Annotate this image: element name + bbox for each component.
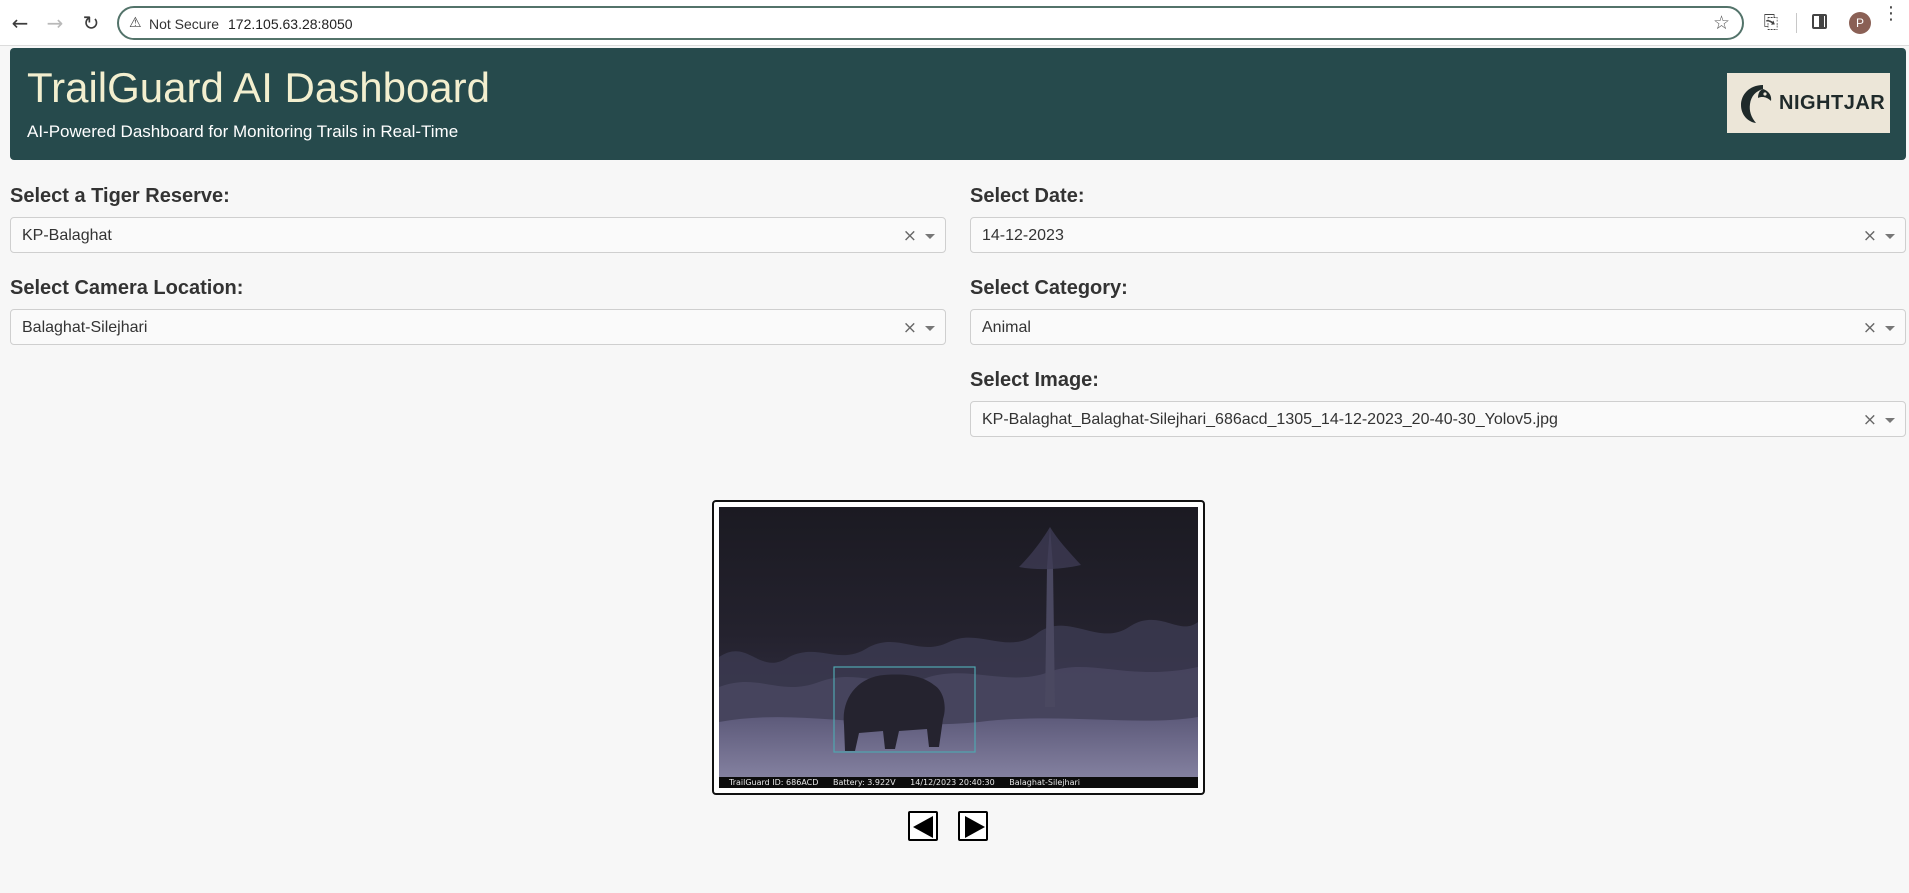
url-text[interactable]: 172.105.63.28:8050 xyxy=(228,16,353,32)
image-caption: TrailGuard ID: 686ACD Battery: 3.922V 14… xyxy=(719,777,1198,788)
camera-trap-image: TrailGuard ID: 686ACD Battery: 3.922V 14… xyxy=(719,507,1198,788)
date-value: 14-12-2023 xyxy=(982,227,1064,244)
category-value: Animal xyxy=(982,319,1031,336)
security-label[interactable]: Not Secure xyxy=(149,16,219,32)
clear-x-icon[interactable]: × xyxy=(1863,226,1877,246)
image-value: KP-Balaghat_Balaghat-Silejhari_686acd_13… xyxy=(982,411,1558,428)
address-bar[interactable]: ⚠ Not Secure 172.105.63.28:8050 ☆ xyxy=(117,6,1744,40)
clear-x-icon[interactable]: × xyxy=(903,318,917,338)
page-title: TrailGuard AI Dashboard xyxy=(27,64,491,111)
date-label: Select Date: xyxy=(970,185,1085,207)
chevron-down-icon[interactable] xyxy=(1885,418,1895,423)
warning-icon[interactable]: ⚠ xyxy=(129,15,142,31)
page-subtitle: AI-Powered Dashboard for Monitoring Trai… xyxy=(27,122,459,141)
profile-avatar[interactable]: P xyxy=(1849,12,1871,34)
chevron-down-icon[interactable] xyxy=(1885,234,1895,239)
camera-label: Select Camera Location: xyxy=(10,277,244,299)
image-dropdown[interactable]: KP-Balaghat_Balaghat-Silejhari_686acd_13… xyxy=(970,401,1906,437)
nightjar-bird-icon xyxy=(1741,85,1772,123)
caption-id: TrailGuard ID: 686ACD xyxy=(729,778,819,787)
kebab-menu-icon[interactable]: ⋮ xyxy=(1882,5,1900,23)
image-label: Select Image: xyxy=(970,369,1099,391)
caption-timestamp: 14/12/2023 20:40:30 xyxy=(910,778,995,787)
category-label: Select Category: xyxy=(970,277,1128,299)
star-icon[interactable]: ☆ xyxy=(1713,12,1730,34)
forward-arrow-icon[interactable]: → xyxy=(42,10,68,36)
clear-x-icon[interactable]: × xyxy=(1863,318,1877,338)
chevron-down-icon[interactable] xyxy=(925,326,935,331)
clear-x-icon[interactable]: × xyxy=(1863,410,1877,430)
camera-dropdown[interactable]: Balaghat-Silejhari × xyxy=(10,309,946,345)
nightjar-logo: NIGHTJAR xyxy=(1727,73,1890,133)
chevron-down-icon[interactable] xyxy=(1885,326,1895,331)
date-dropdown[interactable]: 14-12-2023 × xyxy=(970,217,1906,253)
reload-icon[interactable]: ↻ xyxy=(78,10,104,36)
toolbar-divider xyxy=(1796,13,1797,33)
reserve-dropdown[interactable]: KP-Balaghat × xyxy=(10,217,946,253)
prev-arrow-icon xyxy=(913,816,933,838)
chevron-down-icon[interactable] xyxy=(925,234,935,239)
image-viewer: TrailGuard ID: 686ACD Battery: 3.922V 14… xyxy=(712,500,1205,795)
next-arrow-icon xyxy=(965,816,985,838)
reserve-value: KP-Balaghat xyxy=(22,227,112,244)
camera-value: Balaghat-Silejhari xyxy=(22,319,148,336)
clear-x-icon[interactable]: × xyxy=(903,226,917,246)
logo-text: NIGHTJAR xyxy=(1779,91,1886,114)
browser-toolbar: ← → ↻ ⚠ Not Secure 172.105.63.28:8050 ☆ … xyxy=(0,0,1909,46)
dashboard-header: TrailGuard AI Dashboard AI-Powered Dashb… xyxy=(10,48,1906,160)
back-arrow-icon[interactable]: ← xyxy=(7,10,33,36)
caption-location: Balaghat-Silejhari xyxy=(1009,778,1081,787)
puzzle-icon[interactable]: ⎘ xyxy=(1759,10,1783,34)
next-image-button[interactable] xyxy=(958,811,988,841)
prev-image-button[interactable] xyxy=(908,811,938,841)
reserve-label: Select a Tiger Reserve: xyxy=(10,185,230,207)
category-dropdown[interactable]: Animal × xyxy=(970,309,1906,345)
side-panel-icon[interactable] xyxy=(1812,14,1827,29)
caption-battery: Battery: 3.922V xyxy=(832,778,896,787)
night-scene xyxy=(719,507,1198,788)
